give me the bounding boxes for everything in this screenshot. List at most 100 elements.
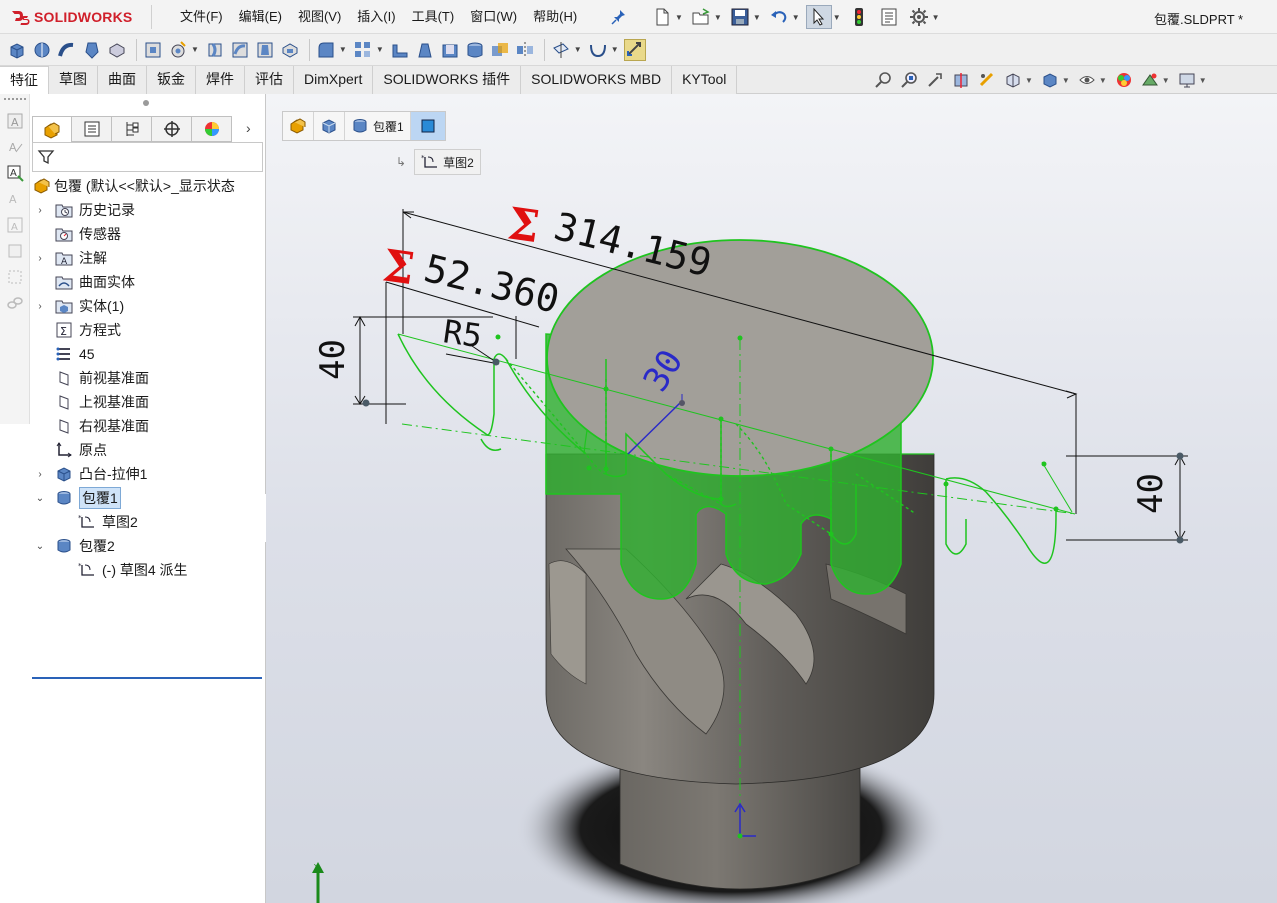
menu-help[interactable]: 帮助(H) [525, 0, 585, 34]
reference-geometry-button[interactable] [550, 39, 572, 61]
options-button[interactable] [907, 5, 931, 29]
open-button[interactable] [689, 5, 713, 29]
tab-property-manager[interactable] [72, 116, 112, 142]
tree-item-sensors[interactable]: 传感器 [32, 222, 264, 246]
tree-root-part[interactable]: 包覆 (默认<<默认>_显示状态 [32, 174, 264, 198]
tree-item-boss-extrude[interactable]: › 凸台-拉伸1 [32, 462, 264, 486]
swept-cut-button[interactable] [229, 39, 251, 61]
collapse-arrow[interactable]: ⌄ [35, 493, 45, 504]
fillet-button[interactable] [315, 39, 337, 61]
tab-features[interactable]: 特征 [0, 66, 49, 94]
tab-dimxpert-manager[interactable] [152, 116, 192, 142]
menu-insert[interactable]: 插入(I) [349, 0, 403, 34]
tab-mbd[interactable]: SOLIDWORKS MBD [521, 66, 673, 94]
undo-dropdown-caret[interactable]: ▼ [792, 13, 800, 22]
revolved-boss-button[interactable] [31, 39, 53, 61]
display-style-caret[interactable]: ▼ [1062, 76, 1070, 85]
expand-arrow[interactable]: › [35, 469, 45, 480]
zoom-to-fit-button[interactable] [872, 69, 894, 91]
boundary-boss-button[interactable] [106, 39, 128, 61]
rib-button[interactable] [389, 39, 411, 61]
tree-item-material[interactable]: 45 [32, 342, 264, 366]
breadcrumb-body[interactable] [314, 112, 345, 140]
tree-item-surface-bodies[interactable]: 曲面实体 [32, 270, 264, 294]
menu-edit[interactable]: 编辑(E) [231, 0, 290, 34]
extruded-cut-button[interactable] [142, 39, 164, 61]
dimension-40-right[interactable]: 40 [1131, 473, 1171, 514]
revolved-cut-button[interactable] [204, 39, 226, 61]
scene-caret[interactable]: ▼ [1162, 76, 1170, 85]
mirror-button[interactable] [514, 39, 536, 61]
curves-button[interactable] [587, 39, 609, 61]
select-dropdown-caret[interactable]: ▼ [833, 13, 841, 22]
tab-display-manager[interactable] [192, 116, 232, 142]
strip-grip[interactable] [4, 98, 26, 100]
tree-item-wrap1[interactable]: ⌄ 包覆1 [32, 486, 264, 510]
menu-view[interactable]: 视图(V) [290, 0, 349, 34]
pattern-dropdown-caret[interactable]: ▼ [376, 45, 384, 54]
link-button[interactable] [6, 294, 24, 312]
auto-balloon-button[interactable]: A [6, 216, 24, 234]
tree-item-solid-bodies[interactable]: › 实体(1) [32, 294, 264, 318]
tab-weldments[interactable]: 焊件 [196, 66, 245, 94]
graphics-area[interactable]: Σ 314.159 Σ 52.360 R5 30 40 40 包覆1 ↳ * 草… [266, 94, 1277, 903]
extruded-boss-button[interactable] [6, 39, 28, 61]
boundary-cut-button[interactable] [279, 39, 301, 61]
tab-kytool[interactable]: KYTool [672, 66, 738, 94]
tree-item-origin[interactable]: 原点 [32, 438, 264, 462]
hole-wizard-button[interactable] [167, 39, 189, 61]
tab-sheet-metal[interactable]: 钣金 [147, 66, 196, 94]
file-properties-button[interactable] [877, 5, 901, 29]
menu-file[interactable]: 文件(F) [172, 0, 231, 34]
tab-configuration-manager[interactable] [112, 116, 152, 142]
save-button[interactable] [728, 5, 752, 29]
expand-arrow[interactable]: › [35, 205, 45, 216]
lofted-boss-button[interactable] [81, 39, 103, 61]
draft-button[interactable] [414, 39, 436, 61]
datum-button[interactable] [6, 268, 24, 286]
section-view-button[interactable] [950, 69, 972, 91]
display-style-button[interactable] [1039, 69, 1061, 91]
tab-sketch[interactable]: 草图 [49, 66, 98, 94]
curves-dropdown-caret[interactable]: ▼ [611, 45, 619, 54]
undo-button[interactable] [767, 5, 791, 29]
expand-arrow[interactable]: › [35, 301, 45, 312]
tab-dimxpert[interactable]: DimXpert [294, 66, 374, 94]
shell-button[interactable] [439, 39, 461, 61]
tree-filter-input[interactable] [32, 142, 263, 172]
orientation-caret[interactable]: ▼ [1025, 76, 1033, 85]
solidworks-logo[interactable]: SOLIDWORKS [10, 5, 152, 29]
tab-addins[interactable]: SOLIDWORKS 插件 [373, 66, 522, 94]
format-painter-button[interactable]: A [6, 164, 24, 182]
new-button[interactable] [650, 5, 674, 29]
breadcrumb-face[interactable] [410, 112, 445, 140]
panel-grip[interactable] [143, 100, 149, 106]
linear-pattern-button[interactable] [352, 39, 374, 61]
tree-item-right-plane[interactable]: 右视基准面 [32, 414, 264, 438]
hide-show-button[interactable] [1076, 69, 1098, 91]
weld-symbol-button[interactable] [6, 242, 24, 260]
previous-view-button[interactable] [924, 69, 946, 91]
view-orientation-button[interactable] [1002, 69, 1024, 91]
collapse-arrow[interactable]: ⌄ [35, 541, 45, 552]
spell-check-button[interactable]: A [6, 138, 24, 156]
intersect-button[interactable] [489, 39, 511, 61]
fillet-dropdown-caret[interactable]: ▼ [339, 45, 347, 54]
rollback-bar[interactable] [32, 677, 262, 679]
hide-show-caret[interactable]: ▼ [1099, 76, 1107, 85]
lofted-cut-button[interactable] [254, 39, 276, 61]
dimension-52[interactable]: 52.360 [420, 246, 564, 322]
pin-menu-icon[interactable] [611, 8, 627, 26]
select-button[interactable] [805, 5, 832, 29]
zoom-area-button[interactable] [898, 69, 920, 91]
dynamic-annotation-button[interactable] [976, 69, 998, 91]
tree-item-sketch2[interactable]: * 草图2 [32, 510, 264, 534]
expand-arrow[interactable]: › [35, 253, 45, 264]
dimension-r5[interactable]: R5 [441, 312, 484, 355]
tree-item-top-plane[interactable]: 上视基准面 [32, 390, 264, 414]
open-dropdown-caret[interactable]: ▼ [714, 13, 722, 22]
hole-dropdown-caret[interactable]: ▼ [191, 45, 199, 54]
breadcrumb-sketch[interactable]: * 草图2 [414, 149, 481, 175]
view-settings-button[interactable] [1176, 69, 1198, 91]
breadcrumb-wrap[interactable]: 包覆1 [345, 112, 411, 140]
